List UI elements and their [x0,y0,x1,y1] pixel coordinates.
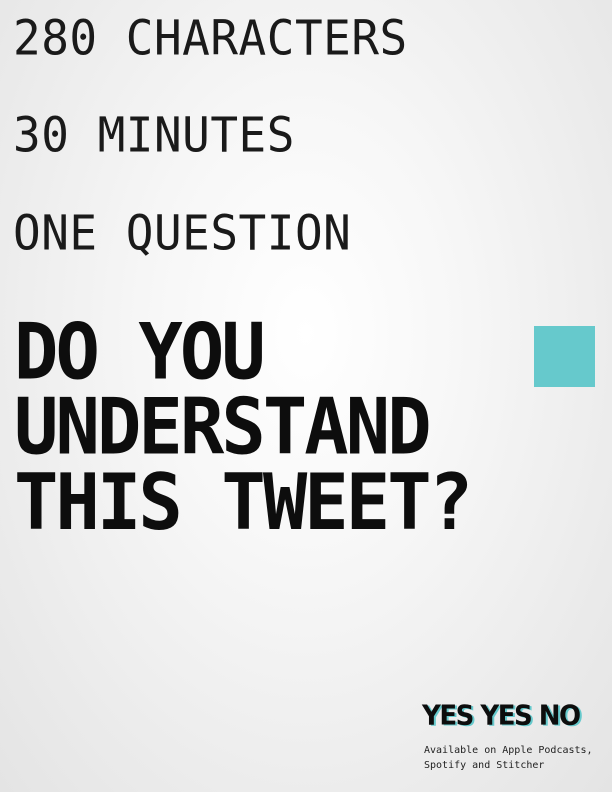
tagline-minutes: 30 MINUTES [13,106,295,163]
availability-line-1: Available on Apple Podcasts, [424,745,593,756]
accent-square [534,326,595,387]
availability-note: Available on Apple Podcasts, Spotify and… [424,743,604,773]
headline-line-2: UNDERSTAND [14,381,432,473]
availability-line-2: Spotify and Stitcher [424,760,545,771]
headline: DO YOU UNDERSTAND THIS TWEET? [14,305,473,548]
headline-line-3: THIS TWEET? [14,456,473,548]
tagline-question: ONE QUESTION [13,204,352,261]
headline-line-1: DO YOU [14,305,266,397]
brand-logo: YES YES NO [422,699,581,732]
tagline-characters: 280 CHARACTERS [13,9,408,66]
